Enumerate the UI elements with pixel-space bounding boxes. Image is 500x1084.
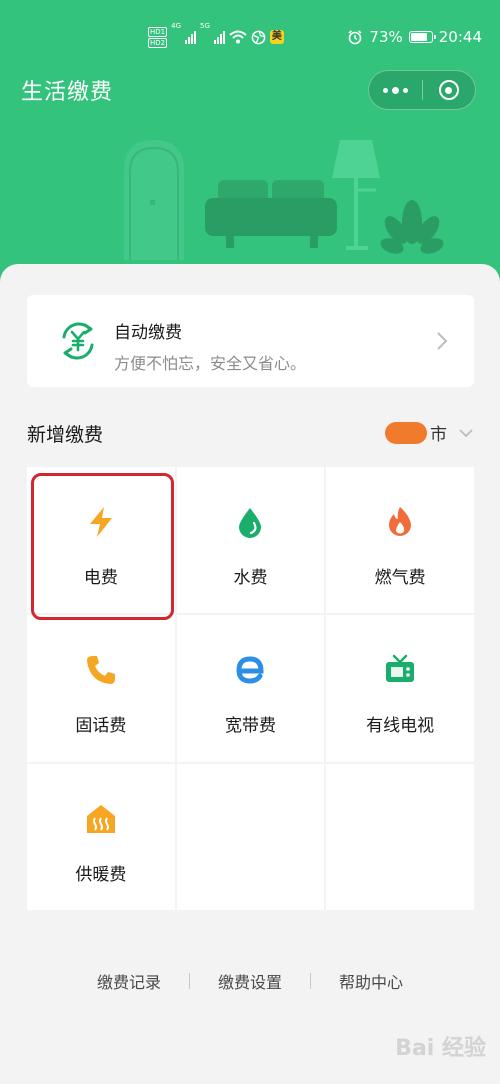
service-landline[interactable]: 固话费 [27,615,175,762]
network-4g-label: 4G [171,22,181,30]
alarm-icon [348,30,362,45]
chevron-right-icon [437,332,448,350]
tv-icon [386,655,415,683]
empty-cell [326,763,474,910]
service-label: 有线电视 [366,716,435,737]
flame-icon [389,507,412,536]
signal-icon [213,30,225,44]
auto-pay-subtitle: 方便不怕忘，安全又省心。 [114,354,307,373]
hd-icon: HD1 HD2 [148,26,168,48]
city-selector[interactable]: 市 [385,420,473,445]
service-label: 宽带费 [224,716,276,737]
payment-settings-link[interactable]: 缴费设置 [190,969,310,993]
globe-icon [251,30,266,44]
target-circle-icon [438,80,459,100]
close-miniprogram-button[interactable] [423,71,476,109]
annotation-highlight-box [31,473,174,620]
help-center-link[interactable]: 帮助中心 [311,969,431,993]
service-gas[interactable]: 燃气费 [326,467,474,614]
city-suffix: 市 [430,425,447,445]
water-drop-icon [239,508,262,538]
clock-time: 20:44 [438,28,482,46]
service-label: 燃气费 [374,568,426,588]
chevron-down-icon [459,428,473,437]
payment-records-link[interactable]: 缴费记录 [69,969,189,993]
battery-percent: 73% [369,28,403,46]
miniprogram-capsule [368,70,476,110]
auto-pay-title: 自动缴费 [114,323,182,343]
footer-links: 缴费记录 缴费设置 帮助中心 [0,968,500,994]
service-label: 固话费 [75,716,127,737]
empty-cell [176,763,325,910]
battery-icon [408,31,436,43]
service-label: 供暖费 [75,864,127,885]
status-bar: HD1 HD2 4G 5G 美 73% 20:44 [0,22,500,52]
service-cable-tv[interactable]: 有线电视 [326,615,474,762]
service-heating[interactable]: 供暖费 [27,763,175,910]
more-dots-icon [382,86,408,94]
content-panel: 自动缴费 方便不怕忘，安全又省心。 新增缴费 市 电费 水费 燃气费 固话费 宽… [0,264,500,1084]
wifi-icon [229,30,247,44]
battery-level [410,33,427,41]
service-label: 水费 [233,568,268,588]
meituan-badge-icon: 美 [269,30,284,44]
network-5g-label: 5G [200,22,210,30]
city-name-redacted [385,421,427,444]
signal-icon [185,30,196,44]
service-water[interactable]: 水费 [176,467,325,614]
header-illustration [124,140,444,260]
header: HD1 HD2 4G 5G 美 73% 20:44 生活缴费 [0,0,500,290]
service-broadband[interactable]: 宽带费 [176,615,325,762]
more-button[interactable] [369,71,422,109]
auto-pay-yuan-icon [62,322,94,360]
heating-icon [86,804,115,833]
broadband-e-icon [236,656,264,684]
section-title: 新增缴费 [27,424,104,446]
auto-pay-card[interactable]: 自动缴费 方便不怕忘，安全又省心。 [27,295,474,387]
phone-icon [86,656,115,685]
baidu-watermark: Bai 经验 [395,1036,486,1061]
page-title: 生活缴费 [21,80,114,105]
